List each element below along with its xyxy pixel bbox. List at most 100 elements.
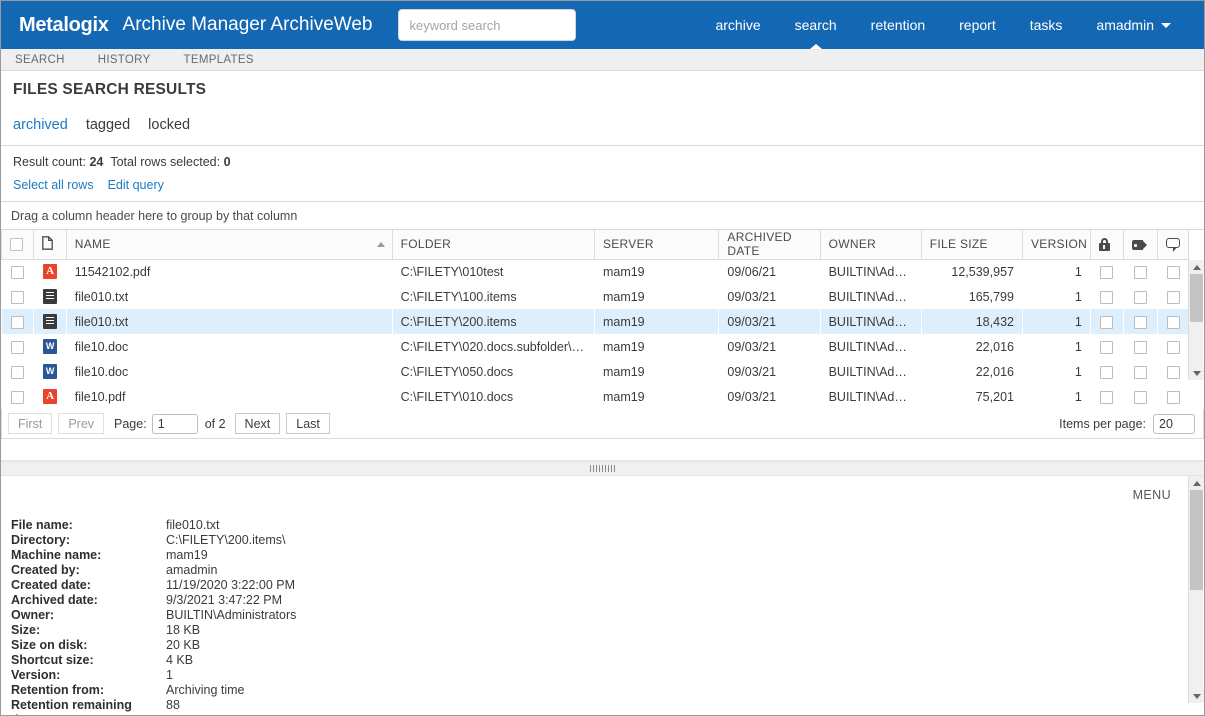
row-tagged-cell[interactable]: [1124, 334, 1157, 359]
nav-item-search[interactable]: search: [778, 1, 854, 49]
scroll-down-arrow[interactable]: [1189, 689, 1204, 703]
flag-checkbox[interactable]: [1133, 265, 1147, 279]
column-select-all[interactable]: [1, 230, 35, 260]
row-comment-cell[interactable]: [1157, 334, 1188, 359]
row-select-cell[interactable]: [2, 334, 34, 359]
select-all-checkbox[interactable]: [10, 238, 23, 252]
flag-checkbox[interactable]: [1166, 340, 1180, 354]
scroll-up-arrow[interactable]: [1189, 476, 1204, 490]
edit-query-link[interactable]: Edit query: [108, 178, 164, 192]
detail-field-label: File name:: [11, 518, 73, 532]
keyword-search-input[interactable]: [398, 9, 577, 41]
tab-history[interactable]: HISTORY: [98, 54, 151, 66]
column-header-version[interactable]: VERSION: [1021, 230, 1091, 260]
flag-checkbox[interactable]: [1133, 365, 1147, 379]
detail-vertical-scrollbar[interactable]: [1188, 476, 1204, 703]
flag-checkbox[interactable]: [1100, 290, 1114, 304]
flag-checkbox[interactable]: [1133, 315, 1147, 329]
row-checkbox[interactable]: [11, 365, 25, 379]
flag-checkbox[interactable]: [1133, 340, 1147, 354]
row-comment-cell[interactable]: [1157, 309, 1189, 334]
column-header-folder[interactable]: FOLDER: [391, 230, 595, 260]
column-header-owner[interactable]: OWNER: [819, 230, 922, 260]
row-tagged-cell[interactable]: [1124, 384, 1157, 409]
scroll-up-arrow[interactable]: [1189, 260, 1204, 274]
row-checkbox[interactable]: [11, 315, 25, 329]
row-select-cell[interactable]: [2, 384, 34, 409]
items-per-page-input[interactable]: [1153, 413, 1195, 434]
last-page-button[interactable]: Last: [286, 413, 330, 434]
row-locked-cell[interactable]: [1090, 334, 1123, 359]
column-header-comment[interactable]: [1156, 230, 1190, 260]
filter-locked[interactable]: locked: [148, 117, 190, 133]
flag-checkbox[interactable]: [1133, 290, 1147, 304]
nav-item-retention[interactable]: retention: [854, 1, 942, 49]
column-header-tagged[interactable]: [1123, 230, 1158, 260]
row-locked-cell[interactable]: [1090, 359, 1123, 384]
flag-checkbox[interactable]: [1166, 315, 1180, 329]
table-row[interactable]: file010.txt C:\FILETY\100.items mam19 09/03…: [2, 284, 1189, 309]
user-menu-button[interactable]: amadmin: [1079, 1, 1188, 49]
grid-vertical-scrollbar[interactable]: [1188, 260, 1204, 380]
tab-templates[interactable]: TEMPLATES: [184, 54, 254, 66]
flag-checkbox[interactable]: [1166, 365, 1180, 379]
table-body: 11542102.pdf C:\FILETY\010test mam19 09/06/…: [1, 259, 1189, 409]
nav-item-archive[interactable]: archive: [698, 1, 777, 49]
column-header-locked[interactable]: [1089, 230, 1125, 260]
row-comment-cell[interactable]: [1157, 284, 1188, 309]
detail-menu-button[interactable]: MENU: [1133, 488, 1171, 502]
row-locked-cell[interactable]: [1090, 284, 1123, 309]
flag-checkbox[interactable]: [1100, 365, 1114, 379]
flag-checkbox[interactable]: [1166, 390, 1180, 404]
row-checkbox[interactable]: [11, 265, 25, 279]
filter-tagged[interactable]: tagged: [86, 117, 130, 133]
row-tagged-cell[interactable]: [1124, 284, 1157, 309]
flag-checkbox[interactable]: [1166, 265, 1180, 279]
page-label: Page:: [114, 416, 147, 431]
flag-checkbox[interactable]: [1100, 390, 1114, 404]
row-select-cell[interactable]: [2, 359, 34, 384]
scroll-down-arrow[interactable]: [1189, 366, 1204, 380]
group-by-dropzone[interactable]: Drag a column header here to group by th…: [1, 202, 1204, 230]
row-select-cell[interactable]: [2, 284, 34, 309]
row-tagged-cell[interactable]: [1124, 259, 1157, 284]
table-row[interactable]: file10.doc C:\FILETY\050.docs mam19 09/03/2…: [2, 359, 1189, 384]
filter-archived[interactable]: archived: [13, 117, 68, 133]
flag-checkbox[interactable]: [1100, 340, 1114, 354]
row-tagged-cell[interactable]: [1124, 359, 1157, 384]
column-header-file-size[interactable]: FILE SIZE: [920, 230, 1023, 260]
flag-checkbox[interactable]: [1133, 390, 1147, 404]
table-row[interactable]: file10.pdf C:\FILETY\010.docs mam19 09/03/2…: [2, 384, 1189, 409]
first-page-button[interactable]: First: [8, 413, 53, 434]
table-row[interactable]: file010.txt C:\FILETY\200.items mam19 09/03…: [1, 309, 1189, 334]
row-comment-cell[interactable]: [1157, 384, 1188, 409]
row-tagged-cell[interactable]: [1123, 309, 1158, 334]
cell-name: file10.doc: [74, 364, 129, 379]
flag-checkbox[interactable]: [1100, 265, 1114, 279]
panel-splitter[interactable]: [1, 461, 1204, 476]
nav-item-report[interactable]: report: [942, 1, 1013, 49]
tab-search[interactable]: SEARCH: [15, 54, 65, 66]
row-locked-cell[interactable]: [1090, 309, 1124, 334]
row-checkbox[interactable]: [11, 290, 25, 304]
select-all-rows-link[interactable]: Select all rows: [13, 178, 94, 192]
flag-checkbox[interactable]: [1166, 290, 1180, 304]
next-page-button[interactable]: Next: [234, 413, 281, 434]
row-locked-cell[interactable]: [1090, 384, 1123, 409]
table-row[interactable]: file10.doc C:\FILETY\020.docs.subfolder\0…: [2, 334, 1189, 359]
row-checkbox[interactable]: [11, 340, 25, 354]
row-locked-cell[interactable]: [1090, 259, 1123, 284]
column-header-name[interactable]: NAME: [65, 230, 393, 260]
page-number-input[interactable]: [151, 413, 198, 434]
row-select-cell[interactable]: [1, 309, 34, 334]
nav-item-tasks[interactable]: tasks: [1013, 1, 1080, 49]
prev-page-button[interactable]: Prev: [58, 413, 105, 434]
row-checkbox[interactable]: [11, 390, 25, 404]
row-comment-cell[interactable]: [1157, 359, 1188, 384]
column-header-server[interactable]: SERVER: [593, 230, 720, 260]
column-header-archived-date[interactable]: ARCHIVED DATE: [718, 230, 821, 260]
row-select-cell[interactable]: [2, 259, 34, 284]
table-row[interactable]: 11542102.pdf C:\FILETY\010test mam19 09/06/…: [2, 259, 1189, 284]
row-comment-cell[interactable]: [1157, 259, 1188, 284]
flag-checkbox[interactable]: [1100, 315, 1114, 329]
